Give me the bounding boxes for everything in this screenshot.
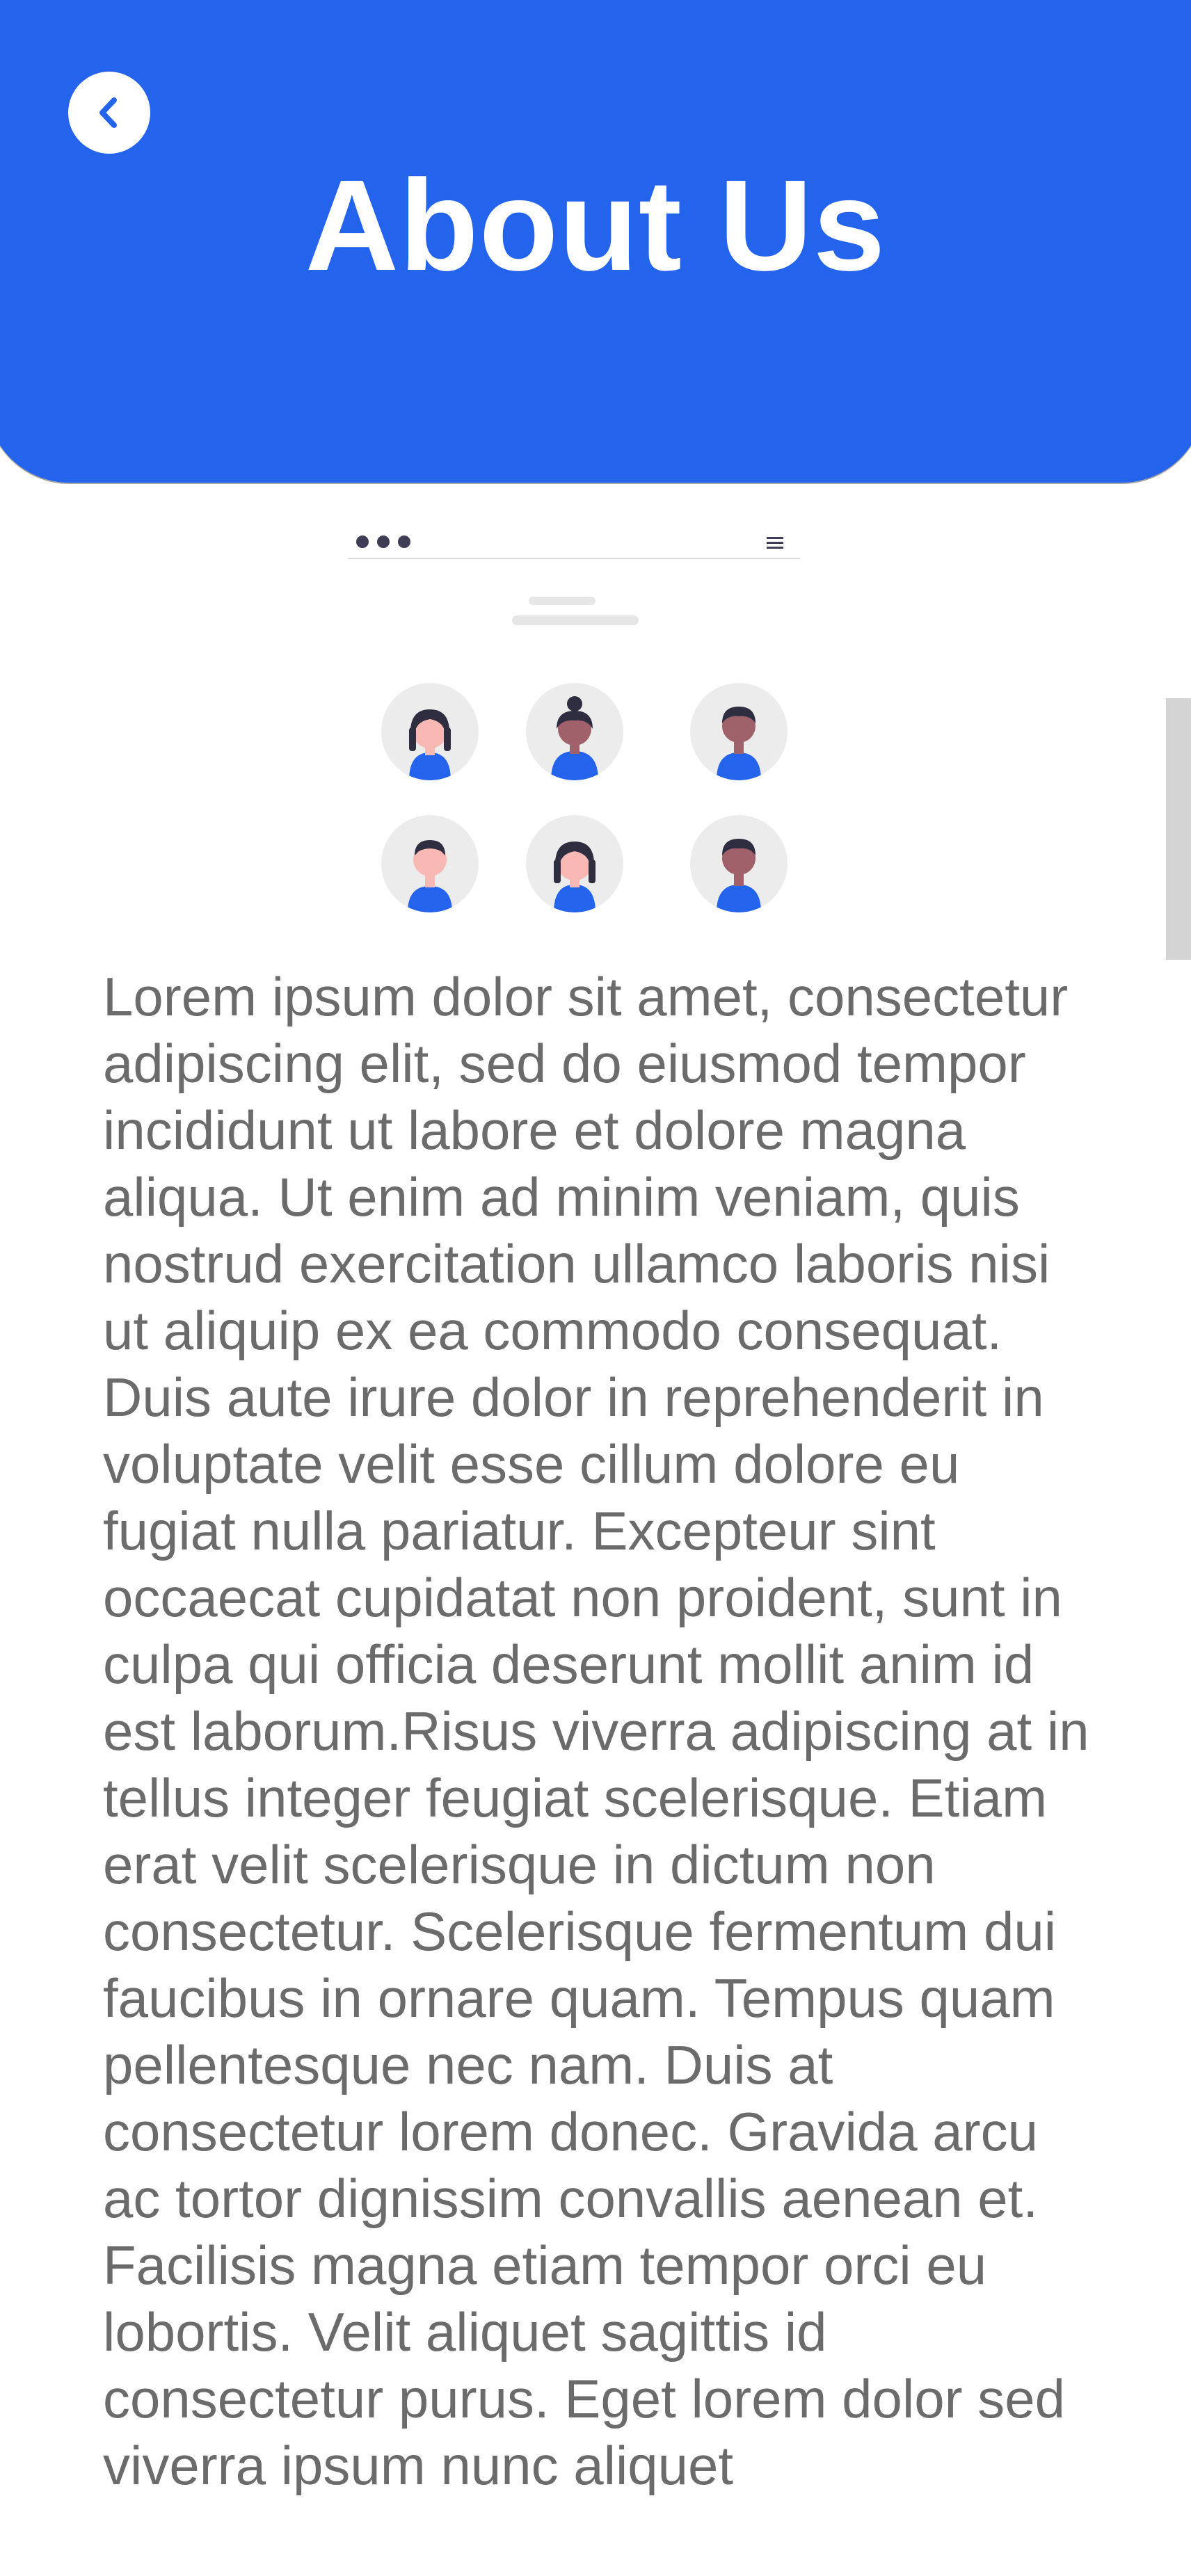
illustration-divider bbox=[348, 558, 800, 559]
male-avatar-icon bbox=[717, 707, 761, 780]
female-avatar-icon bbox=[551, 696, 598, 780]
chevron-left-icon bbox=[99, 97, 117, 128]
scrollbar-thumb[interactable] bbox=[1166, 698, 1191, 960]
team-member-avatar bbox=[526, 815, 623, 912]
team-member-avatar bbox=[381, 815, 479, 912]
male-avatar-icon bbox=[717, 839, 761, 912]
team-illustration bbox=[341, 515, 814, 932]
female-avatar-icon bbox=[409, 709, 451, 780]
male-avatar-icon bbox=[408, 840, 452, 912]
about-us-description: Lorem ipsum dolor sit amet, consectetur … bbox=[103, 966, 1089, 2496]
female-avatar-icon bbox=[554, 842, 596, 912]
team-member-avatar bbox=[690, 683, 788, 780]
page-title: About Us bbox=[305, 154, 886, 298]
team-member-avatar bbox=[690, 815, 788, 912]
menu-icon bbox=[767, 537, 783, 552]
illustration-placeholder-bar bbox=[512, 615, 639, 625]
team-member-avatar bbox=[381, 683, 479, 780]
team-member-avatar bbox=[526, 683, 623, 780]
back-button[interactable] bbox=[68, 72, 150, 154]
window-dots-icon bbox=[356, 536, 410, 548]
about-us-screen: About Us Lorem ipsum dolor sit amet, con… bbox=[0, 0, 1191, 2576]
illustration-placeholder-bar bbox=[529, 597, 596, 605]
